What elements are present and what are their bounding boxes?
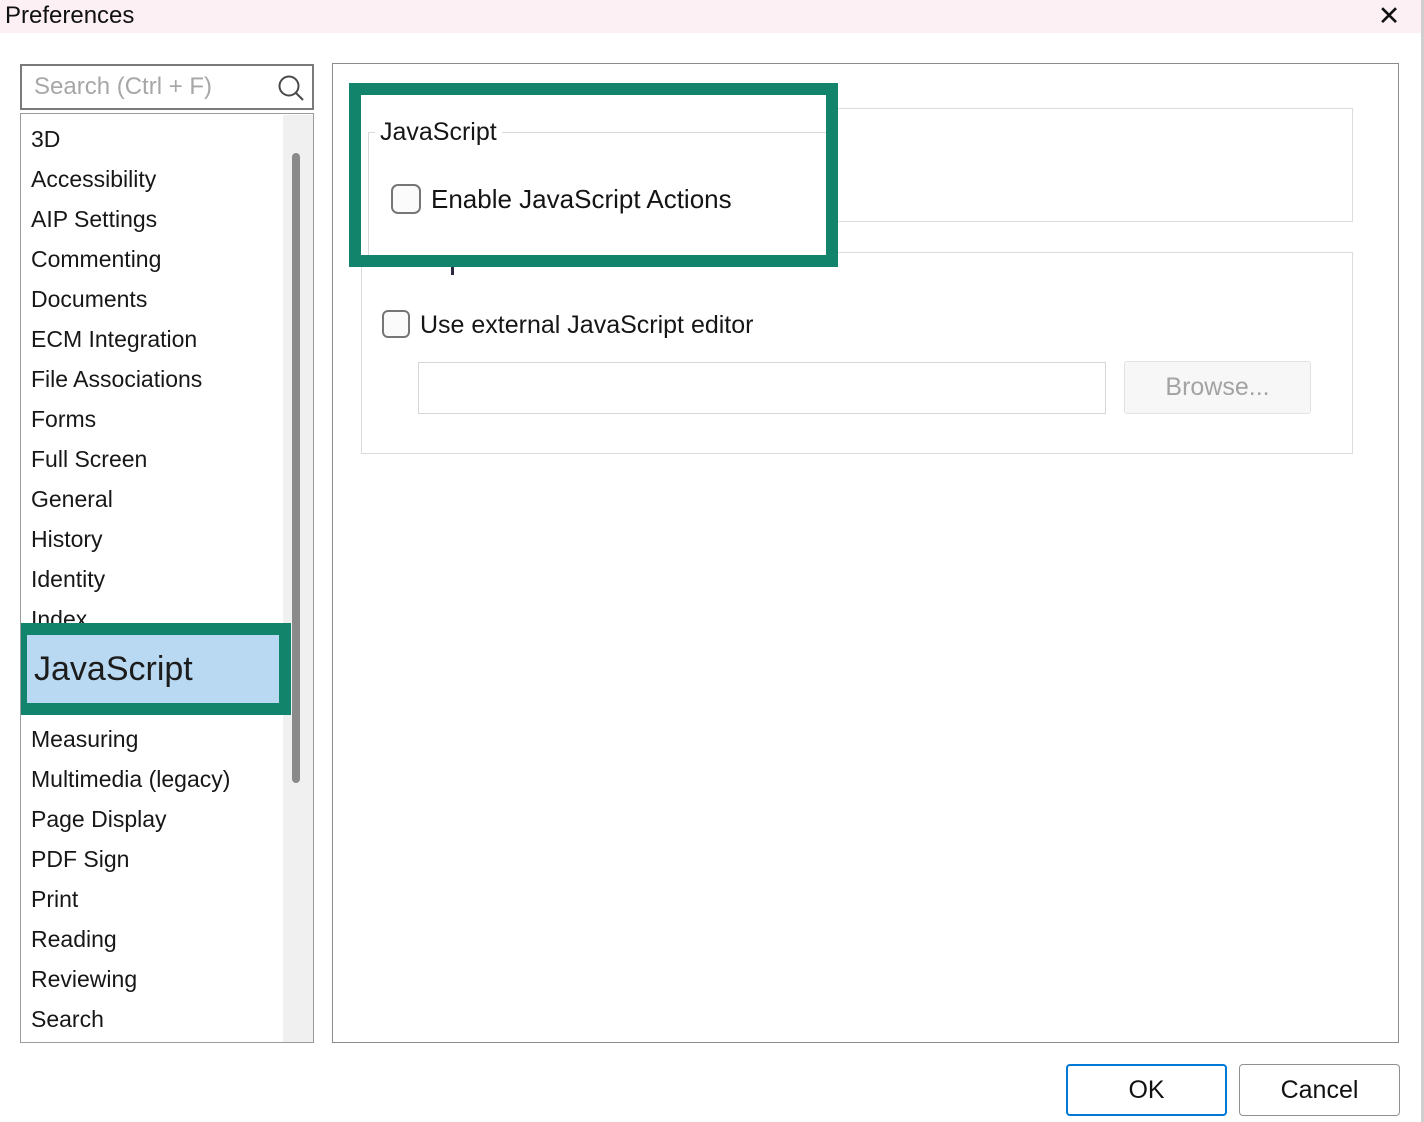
cancel-button[interactable]: Cancel: [1239, 1064, 1400, 1116]
sidebar-item[interactable]: History: [21, 519, 313, 559]
javascript-group-legend: JavaScript: [375, 118, 502, 147]
sidebar-item[interactable]: Reviewing: [21, 959, 313, 999]
clipped-text-fragment: [451, 266, 454, 275]
sidebar-item[interactable]: Reading: [21, 919, 313, 959]
sidebar-item[interactable]: Page Display: [21, 799, 313, 839]
sidebar-item[interactable]: Documents: [21, 279, 313, 319]
close-icon[interactable]: ✕: [1372, 0, 1406, 33]
sidebar-item[interactable]: Multimedia (legacy): [21, 759, 313, 799]
sidebar-item[interactable]: Print: [21, 879, 313, 919]
settings-panel: JavaScript Enable JavaScript Actions Use…: [332, 63, 1399, 1043]
sidebar-item[interactable]: Accessibility: [21, 159, 313, 199]
titlebar: Preferences ✕: [0, 0, 1424, 33]
browse-button[interactable]: Browse...: [1124, 361, 1311, 414]
scrollbar-track[interactable]: [283, 115, 313, 1043]
editor-path-input[interactable]: [418, 362, 1106, 414]
preferences-dialog: Preferences ✕ 3D Accessibility AIP Setti…: [0, 0, 1424, 1122]
sidebar-item[interactable]: 3D: [21, 119, 313, 159]
sidebar-item[interactable]: Forms: [21, 399, 313, 439]
sidebar-item[interactable]: ECM Integration: [21, 319, 313, 359]
use-external-editor-label: Use external JavaScript editor: [420, 311, 753, 339]
sidebar-item[interactable]: Measuring: [21, 719, 313, 759]
search-icon: [276, 73, 306, 103]
sidebar-item[interactable]: General: [21, 479, 313, 519]
scrollbar-thumb[interactable]: [292, 153, 300, 783]
annotation-highlight-javascript-group: JavaScript Enable JavaScript Actions: [349, 83, 838, 267]
editor-group-box: [361, 252, 1353, 454]
search-box: [20, 64, 314, 110]
sidebar-item[interactable]: Identity: [21, 559, 313, 599]
sidebar-item[interactable]: Commenting: [21, 239, 313, 279]
search-input[interactable]: [32, 68, 272, 106]
enable-javascript-label: Enable JavaScript Actions: [431, 183, 732, 215]
sidebar-item[interactable]: File Associations: [21, 359, 313, 399]
enable-javascript-checkbox[interactable]: [391, 184, 421, 214]
use-external-editor-checkbox[interactable]: [382, 310, 410, 338]
ok-button[interactable]: OK: [1066, 1064, 1227, 1116]
sidebar-item[interactable]: AIP Settings: [21, 199, 313, 239]
sidebar-item[interactable]: Full Screen: [21, 439, 313, 479]
sidebar-item[interactable]: Search: [21, 999, 313, 1039]
category-list: 3D Accessibility AIP Settings Commenting…: [20, 113, 314, 1043]
sidebar-item[interactable]: JavaScript: [20, 623, 291, 715]
sidebar-item[interactable]: PDF Sign: [21, 839, 313, 879]
dialog-title: Preferences: [5, 0, 134, 32]
